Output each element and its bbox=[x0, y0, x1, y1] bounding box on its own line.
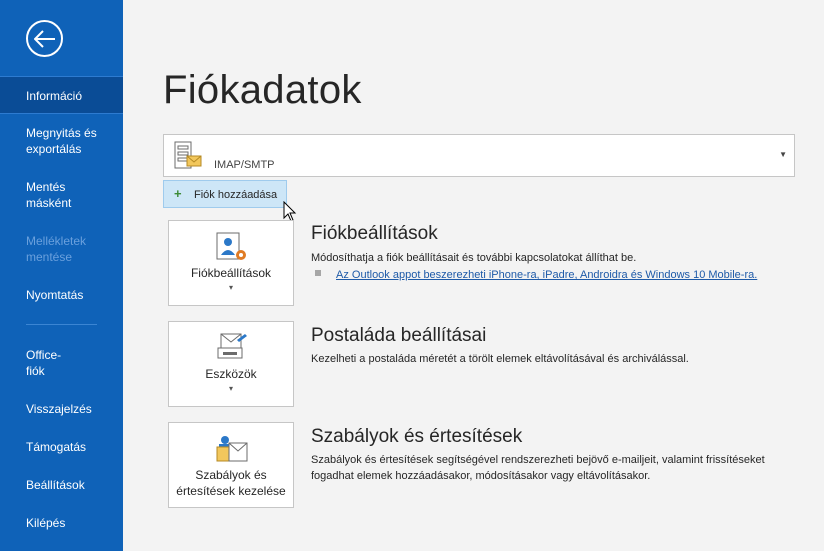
nav-save-as[interactable]: Mentés másként bbox=[0, 179, 90, 211]
plus-icon: + bbox=[174, 186, 182, 201]
account-settings-title: Fiókbeállítások bbox=[311, 223, 438, 244]
nav-save-attachments: Mellékletek mentése bbox=[26, 234, 87, 264]
nav-feedback[interactable]: Visszajelzés bbox=[0, 401, 123, 417]
tools-tile-label: Eszközök bbox=[205, 367, 257, 381]
chevron-down-icon: ▼ bbox=[779, 150, 787, 159]
get-outlook-app-link[interactable]: Az Outlook appot beszerezheti iPhone-ra,… bbox=[336, 269, 757, 281]
nav-office-account[interactable]: Office-fiók bbox=[0, 347, 75, 379]
nav-support[interactable]: Támogatás bbox=[0, 439, 123, 455]
rules-alerts-icon bbox=[216, 436, 248, 462]
nav-info[interactable]: Információ bbox=[0, 76, 123, 114]
account-type-label: IMAP/SMTP bbox=[214, 159, 275, 171]
bullet-icon bbox=[315, 270, 321, 276]
nav-open-export[interactable]: Megnyitás és exportálás bbox=[0, 125, 100, 157]
nav-options[interactable]: Beállítások bbox=[0, 477, 123, 493]
page-title: Fiókadatok bbox=[163, 68, 362, 112]
nav-print[interactable]: Nyomtatás bbox=[0, 287, 123, 303]
mailbox-tools-icon bbox=[217, 333, 247, 359]
rules-alerts-title: Szabályok és értesítések bbox=[311, 426, 523, 447]
account-server-icon bbox=[174, 141, 202, 169]
mailbox-settings-title: Postaláda beállításai bbox=[311, 325, 487, 346]
main-content: Fiókadatok IMAP/SMTP ▼ + Fiók hozzáadása… bbox=[123, 0, 824, 551]
account-settings-tile-label: Fiókbeállítások bbox=[190, 266, 272, 280]
back-button[interactable] bbox=[26, 20, 63, 57]
rules-alerts-tile-label: Szabályok és értesítések kezelése bbox=[176, 468, 286, 498]
chevron-down-icon: ▾ bbox=[228, 283, 233, 292]
rules-alerts-description: Szabályok és értesítések segítségével re… bbox=[311, 454, 765, 482]
add-account-button[interactable]: + Fiók hozzáadása bbox=[163, 180, 287, 208]
account-dropdown[interactable]: IMAP/SMTP ▼ bbox=[163, 134, 795, 177]
chevron-down-icon: ▾ bbox=[228, 384, 233, 393]
back-arrow-icon bbox=[34, 30, 55, 48]
backstage-sidebar: Információ Megnyitás és exportálás Menté… bbox=[0, 0, 123, 551]
account-settings-icon bbox=[216, 232, 246, 260]
account-settings-description: Módosíthatja a fiók beállításait és tová… bbox=[311, 252, 637, 264]
nav-exit[interactable]: Kilépés bbox=[0, 515, 123, 531]
tools-tile[interactable]: Eszközök ▾ bbox=[168, 321, 294, 407]
add-account-label: Fiók hozzáadása bbox=[194, 189, 278, 201]
nav-separator bbox=[26, 324, 97, 325]
mailbox-settings-description: Kezelheti a postaláda méretét a törölt e… bbox=[311, 353, 689, 365]
account-settings-tile[interactable]: Fiókbeállítások ▾ bbox=[168, 220, 294, 306]
rules-alerts-tile[interactable]: Szabályok és értesítések kezelése bbox=[168, 422, 294, 508]
